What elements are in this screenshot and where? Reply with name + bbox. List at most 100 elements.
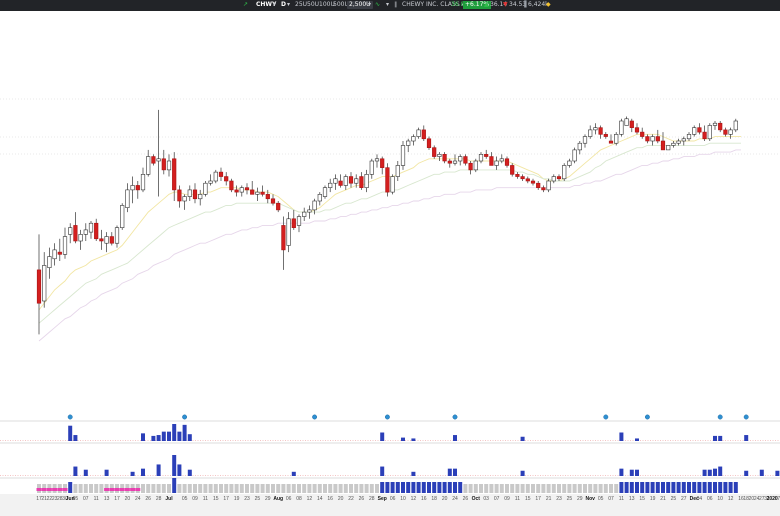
chevron-down-icon[interactable]: ▾	[287, 1, 290, 9]
candlesticks[interactable]	[36, 109, 738, 335]
candle[interactable]	[504, 156, 510, 168]
chevron-down-icon[interactable]: ▾	[368, 1, 371, 9]
candle[interactable]	[177, 185, 182, 208]
candle[interactable]	[468, 161, 473, 175]
event-marker-icon[interactable]	[67, 414, 73, 420]
candle[interactable]	[603, 132, 608, 139]
candle[interactable]	[333, 174, 338, 190]
candle[interactable]	[536, 181, 541, 190]
candle[interactable]	[478, 152, 484, 164]
candle[interactable]	[582, 134, 588, 148]
candle[interactable]	[302, 207, 307, 221]
candle[interactable]	[718, 121, 723, 133]
candle[interactable]	[619, 118, 624, 137]
candle[interactable]	[640, 127, 645, 139]
candle[interactable]	[213, 169, 218, 184]
candle[interactable]	[588, 125, 593, 139]
candle[interactable]	[411, 134, 416, 146]
candle[interactable]	[567, 158, 572, 168]
candle[interactable]	[250, 181, 255, 195]
candle[interactable]	[161, 149, 166, 175]
candle[interactable]	[99, 229, 104, 250]
candle[interactable]	[52, 243, 57, 266]
candle[interactable]	[676, 138, 681, 146]
candle[interactable]	[697, 123, 702, 135]
candle[interactable]	[390, 174, 395, 195]
candle[interactable]	[291, 209, 296, 230]
candle[interactable]	[660, 132, 666, 151]
candle[interactable]	[224, 172, 229, 186]
candle[interactable]	[130, 176, 135, 204]
chevron-down-icon[interactable]: ▾	[386, 1, 389, 9]
candle[interactable]	[57, 238, 62, 261]
candle[interactable]	[400, 141, 406, 170]
candle[interactable]	[338, 174, 343, 188]
candle[interactable]	[281, 216, 286, 270]
candle[interactable]	[395, 161, 400, 181]
candle[interactable]	[634, 123, 640, 135]
candle[interactable]	[192, 183, 198, 204]
star-icon[interactable]: ◆	[546, 1, 551, 9]
candle[interactable]	[499, 154, 504, 164]
candle[interactable]	[645, 134, 650, 144]
candle[interactable]	[385, 163, 390, 197]
candle[interactable]	[525, 176, 530, 184]
candle[interactable]	[151, 154, 156, 166]
candle[interactable]	[374, 154, 380, 168]
candle[interactable]	[104, 232, 109, 253]
candle[interactable]	[94, 218, 99, 241]
candle[interactable]	[380, 156, 385, 175]
candle[interactable]	[47, 247, 52, 279]
candle[interactable]	[671, 141, 676, 148]
candle[interactable]	[62, 227, 68, 259]
candle[interactable]	[317, 192, 322, 206]
pause-icon[interactable]: ∥	[394, 1, 397, 9]
candle[interactable]	[198, 189, 203, 206]
candle[interactable]	[73, 212, 78, 244]
candle[interactable]	[234, 185, 239, 197]
sparkline-icon[interactable]: ↗	[243, 1, 248, 9]
candle[interactable]	[182, 194, 187, 210]
candle[interactable]	[593, 123, 598, 135]
event-marker-icon[interactable]	[384, 414, 390, 420]
candle[interactable]	[322, 185, 328, 199]
candle[interactable]	[520, 174, 525, 181]
candle[interactable]	[88, 221, 94, 239]
candle[interactable]	[681, 136, 686, 146]
candle[interactable]	[42, 252, 47, 308]
candle[interactable]	[598, 125, 603, 139]
candle[interactable]	[244, 183, 250, 195]
candle[interactable]	[359, 172, 364, 190]
candle[interactable]	[426, 136, 432, 150]
candle[interactable]	[36, 234, 42, 335]
event-marker-icon[interactable]	[603, 414, 609, 420]
candle[interactable]	[546, 178, 551, 193]
candle[interactable]	[270, 194, 276, 206]
event-marker-icon[interactable]	[182, 414, 188, 420]
candle[interactable]	[125, 183, 130, 213]
candle[interactable]	[348, 172, 354, 188]
candle[interactable]	[541, 185, 546, 193]
candle[interactable]	[120, 203, 125, 230]
candle[interactable]	[551, 174, 556, 184]
candle[interactable]	[650, 134, 655, 146]
candle[interactable]	[239, 185, 244, 197]
candle[interactable]	[166, 154, 172, 177]
candle[interactable]	[530, 178, 536, 186]
candle[interactable]	[369, 158, 374, 179]
candle[interactable]	[577, 141, 582, 155]
event-marker-icon[interactable]	[743, 414, 749, 420]
candle[interactable]	[296, 214, 302, 233]
candle[interactable]	[515, 172, 520, 179]
candle[interactable]	[562, 163, 567, 181]
candle[interactable]	[286, 212, 291, 253]
line-chart-icon[interactable]: ∿	[375, 1, 380, 9]
candle[interactable]	[484, 149, 489, 159]
event-marker-icon[interactable]	[717, 414, 723, 420]
candle[interactable]	[172, 152, 177, 201]
candle[interactable]	[655, 129, 660, 144]
candle[interactable]	[629, 118, 634, 133]
event-marker-icon[interactable]	[452, 414, 458, 420]
event-marker-icon[interactable]	[312, 414, 318, 420]
candle[interactable]	[229, 178, 234, 193]
